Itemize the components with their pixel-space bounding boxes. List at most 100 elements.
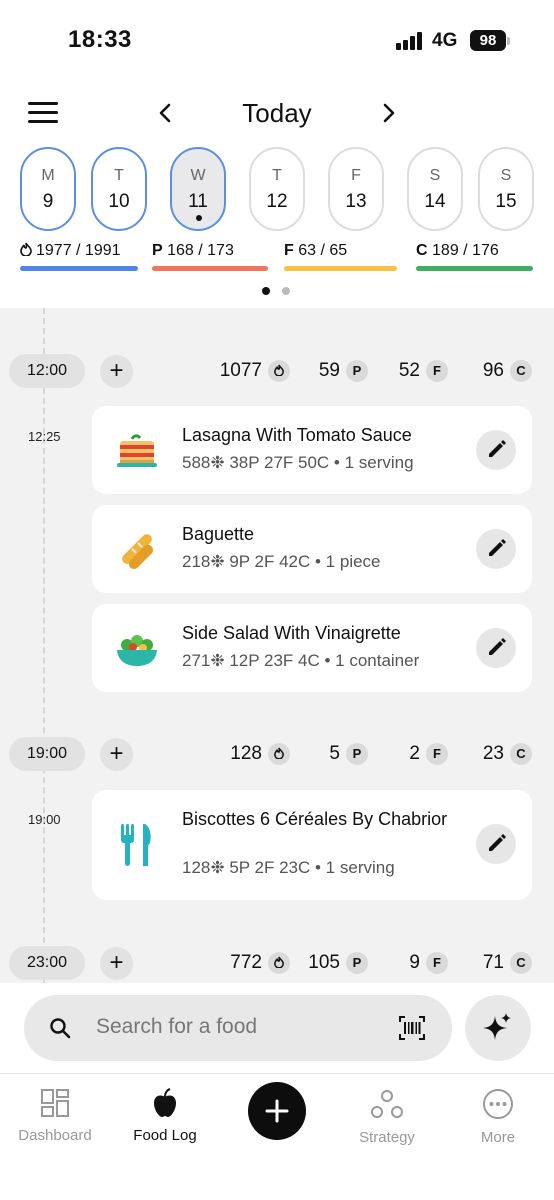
status-bar: 18:33 4G 98 bbox=[0, 0, 554, 80]
calories-summary: 1977 / 1991 bbox=[20, 242, 138, 272]
protein-prefix: P bbox=[152, 242, 163, 259]
chevron-right-icon[interactable] bbox=[374, 98, 404, 128]
tab-more[interactable]: More bbox=[443, 1088, 553, 1146]
macro-summary: 1977 / 1991 P 168 / 173 F 63 / 65 C 189 … bbox=[0, 242, 554, 276]
protein-badge: P bbox=[346, 360, 368, 382]
slot-fat: 9F bbox=[409, 952, 448, 976]
network-label: 4G bbox=[432, 30, 458, 51]
day-letter: T bbox=[114, 167, 124, 184]
day-letter: F bbox=[351, 167, 361, 184]
baguette-icon bbox=[122, 534, 154, 570]
carbs-summary: C 189 / 176 bbox=[416, 242, 533, 272]
strategy-icon bbox=[371, 1090, 403, 1118]
tab-strategy[interactable]: Strategy bbox=[332, 1088, 442, 1146]
edit-button[interactable] bbox=[476, 628, 516, 668]
day-wednesday-selected[interactable]: W 11 bbox=[170, 147, 226, 231]
fat-summary: F 63 / 65 bbox=[284, 242, 400, 272]
day-letter: M bbox=[41, 167, 55, 184]
slot-calories: 1077 bbox=[220, 360, 290, 384]
protein-summary: P 168 / 173 bbox=[152, 242, 268, 272]
food-card[interactable]: Lasagna With Tomato Sauce 588❉ 38P 27F 5… bbox=[92, 406, 532, 494]
day-letter: W bbox=[190, 167, 206, 184]
add-food-button[interactable]: + bbox=[100, 355, 133, 388]
search-bar[interactable]: Search for a food bbox=[24, 995, 452, 1061]
protein-badge: P bbox=[346, 743, 368, 765]
day-saturday[interactable]: S 14 bbox=[407, 147, 463, 231]
tab-food-log[interactable]: Food Log bbox=[110, 1088, 220, 1144]
chevron-left-icon[interactable] bbox=[150, 98, 180, 128]
lasagna-icon bbox=[117, 434, 157, 467]
pencil-icon bbox=[489, 834, 506, 851]
menu-icon[interactable] bbox=[28, 102, 58, 124]
search-icon bbox=[50, 1018, 71, 1039]
time-slot-row: 12:00 + 1077 59 P 52 F 96 C bbox=[0, 354, 554, 390]
edit-button[interactable] bbox=[476, 529, 516, 569]
sparkle-icon bbox=[483, 1013, 511, 1040]
food-meta: 588❉ 38P 27F 50C • 1 serving bbox=[182, 453, 414, 472]
barcode-scan-icon[interactable] bbox=[398, 1015, 426, 1041]
header: Today bbox=[0, 88, 554, 138]
food-meta: 128❉ 5P 2F 23C • 1 serving bbox=[182, 858, 395, 877]
day-sunday[interactable]: S 15 bbox=[478, 147, 534, 231]
carbs-badge: C bbox=[510, 360, 532, 382]
edit-button[interactable] bbox=[476, 430, 516, 470]
slot-carbs: 23 C bbox=[483, 743, 532, 767]
cutlery-icon bbox=[121, 824, 151, 866]
day-letter: S bbox=[500, 167, 512, 184]
day-tuesday[interactable]: T 10 bbox=[91, 147, 147, 231]
day-number: 10 bbox=[108, 191, 130, 212]
slot-calories: 772 bbox=[230, 952, 290, 976]
calories-value: 1977 / 1991 bbox=[36, 242, 121, 259]
tab-label: More bbox=[480, 1129, 516, 1146]
tab-dashboard[interactable]: Dashboard bbox=[0, 1088, 110, 1144]
signal-icon bbox=[396, 32, 426, 50]
carbs-badge: C bbox=[510, 743, 532, 765]
add-button[interactable] bbox=[248, 1082, 306, 1140]
pencil-icon bbox=[489, 440, 506, 457]
fat-prefix: F bbox=[284, 242, 294, 259]
food-card[interactable]: Baguette 218❉ 9P 2F 42C • 1 piece bbox=[92, 505, 532, 593]
battery-icon: 98 bbox=[470, 30, 506, 51]
fat-badge: F bbox=[426, 360, 448, 382]
edit-button[interactable] bbox=[476, 824, 516, 864]
page-indicator[interactable] bbox=[262, 287, 294, 297]
slot-carbs: 96 C bbox=[483, 360, 532, 384]
day-thursday[interactable]: T 12 bbox=[249, 147, 305, 231]
day-number: 14 bbox=[424, 191, 446, 212]
protein-bar bbox=[152, 266, 268, 271]
add-food-button[interactable]: + bbox=[100, 738, 133, 771]
ai-sparkle-button[interactable] bbox=[465, 995, 531, 1061]
search-placeholder: Search for a food bbox=[96, 1015, 258, 1038]
food-log[interactable]: 12:00 + 1077 59 P 52 F 96 C 12:25 Lasagna W… bbox=[0, 308, 554, 983]
food-name: Biscottes 6 Céréales By Chabrior bbox=[182, 809, 448, 829]
time-slot-row: 19:00 + 128 5P 2F 23 C bbox=[0, 737, 554, 773]
carbs-prefix: C bbox=[416, 242, 428, 259]
fat-badge: F bbox=[426, 952, 448, 974]
day-number: 15 bbox=[495, 191, 517, 212]
tab-label: Food Log bbox=[133, 1127, 197, 1144]
day-friday[interactable]: F 13 bbox=[328, 147, 384, 231]
add-food-button[interactable]: + bbox=[100, 947, 133, 980]
time-slot-row: 23:00 + 772 105 P 9F 71 C bbox=[0, 946, 554, 982]
food-name: Lasagna With Tomato Sauce bbox=[182, 425, 412, 445]
time-slot-pill[interactable]: 19:00 bbox=[9, 737, 85, 771]
day-monday[interactable]: M 9 bbox=[20, 147, 76, 231]
fat-badge: F bbox=[426, 743, 448, 765]
slot-fat: 2F bbox=[409, 743, 448, 767]
food-card[interactable]: Side Salad With Vinaigrette 271❉ 12P 23F… bbox=[92, 604, 532, 692]
food-meta: 271❉ 12P 23F 4C • 1 container bbox=[182, 651, 420, 670]
protein-badge: P bbox=[346, 952, 368, 974]
week-strip: M 9 T 10 W 11 T 12 F 13 S 14 S 15 bbox=[20, 147, 554, 233]
time-slot-pill[interactable]: 12:00 bbox=[9, 354, 85, 388]
salad-icon bbox=[117, 635, 157, 666]
slot-fat: 52 F bbox=[399, 360, 448, 384]
entry-time: 19:00 bbox=[28, 812, 61, 827]
flame-badge-icon bbox=[268, 360, 290, 382]
slot-protein: 105 P bbox=[308, 952, 368, 976]
food-name: Side Salad With Vinaigrette bbox=[182, 623, 401, 643]
time-slot-pill[interactable]: 23:00 bbox=[9, 946, 85, 980]
food-card[interactable]: Biscottes 6 Céréales By Chabrior 128❉ 5P… bbox=[92, 790, 532, 900]
food-meta: 218❉ 9P 2F 42C • 1 piece bbox=[182, 552, 381, 571]
status-time: 18:33 bbox=[68, 26, 132, 53]
pencil-icon bbox=[489, 539, 506, 556]
